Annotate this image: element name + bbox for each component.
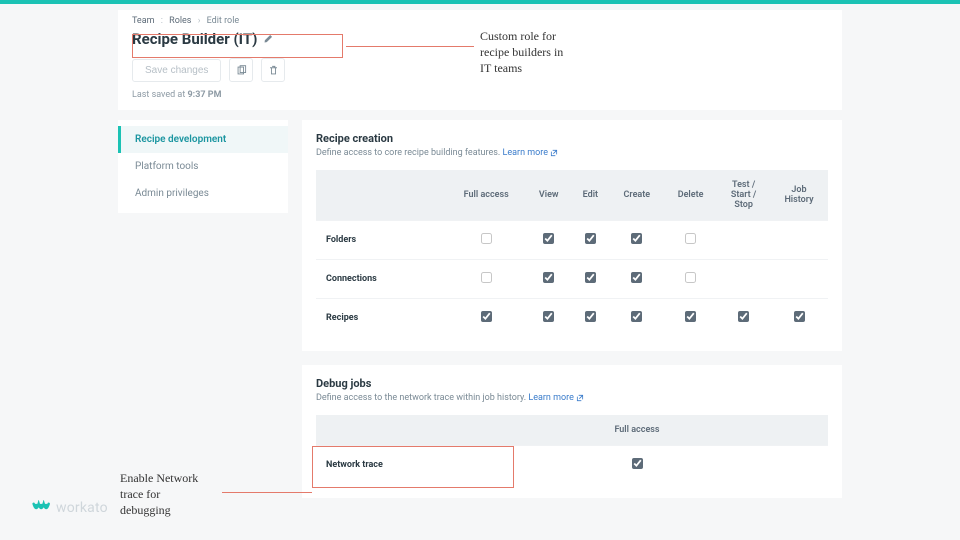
permission-cell: [664, 221, 717, 260]
permission-checkbox[interactable]: [685, 233, 696, 244]
breadcrumb: Team : Roles › Edit role: [132, 16, 828, 26]
permission-cell: [526, 299, 571, 338]
edit-title-icon[interactable]: [263, 34, 273, 44]
permission-checkbox[interactable]: [543, 272, 554, 283]
panel-title: Recipe creation: [316, 132, 828, 145]
permission-checkbox[interactable]: [543, 311, 554, 322]
external-link-icon: [550, 149, 558, 157]
permission-checkbox[interactable]: [585, 311, 596, 322]
column-header: Job History: [770, 170, 828, 221]
permission-cell: [770, 299, 828, 338]
permission-cell: [571, 299, 610, 338]
permission-checkbox[interactable]: [631, 233, 642, 244]
permission-cell: [664, 299, 717, 338]
panel-title: Debug jobs: [316, 377, 828, 390]
debug-jobs-panel: Debug jobs Define access to the network …: [302, 365, 842, 498]
breadcrumb-roles[interactable]: Roles: [169, 16, 191, 26]
recipe-creation-panel: Recipe creation Define access to core re…: [302, 120, 842, 351]
permission-checkbox[interactable]: [481, 233, 492, 244]
table-row: Recipes: [316, 299, 828, 338]
logo: workato: [32, 500, 108, 516]
permission-checkbox[interactable]: [585, 233, 596, 244]
row-label: Recipes: [316, 299, 446, 338]
permission-checkbox[interactable]: [632, 458, 643, 469]
permission-cell: [610, 299, 664, 338]
permission-cell: [571, 260, 610, 299]
sidebar: Recipe developmentPlatform toolsAdmin pr…: [118, 120, 288, 213]
permission-cell: [717, 299, 770, 338]
column-header: [316, 170, 446, 221]
duplicate-button[interactable]: [229, 58, 253, 82]
permission-cell: [526, 260, 571, 299]
sidebar-item[interactable]: Platform tools: [118, 153, 288, 180]
learn-more-link[interactable]: Learn more: [503, 148, 559, 158]
copy-icon: [236, 65, 247, 76]
permission-checkbox[interactable]: [631, 272, 642, 283]
permission-cell: [610, 221, 664, 260]
permission-checkbox[interactable]: [481, 311, 492, 322]
last-saved-text: Last saved at 9:37 PM: [132, 90, 828, 100]
column-header: [316, 415, 446, 446]
annotation-title: Custom role for recipe builders in IT te…: [480, 28, 563, 77]
permission-cell: [610, 260, 664, 299]
permission-cell: [446, 221, 526, 260]
permission-cell: [664, 260, 717, 299]
annotation-leader-line: [346, 46, 474, 47]
column-header: Create: [610, 170, 664, 221]
panel-desc: Define access to core recipe building fe…: [316, 148, 828, 158]
permission-checkbox[interactable]: [738, 311, 749, 322]
permission-checkbox[interactable]: [543, 233, 554, 244]
column-header: Full access: [446, 170, 526, 221]
page-bg: Team : Roles › Edit role Recipe Builder …: [0, 4, 960, 540]
permission-cell: [770, 221, 828, 260]
permission-checkbox[interactable]: [631, 311, 642, 322]
permission-checkbox[interactable]: [481, 272, 492, 283]
delete-button[interactable]: [261, 58, 285, 82]
column-header: Edit: [571, 170, 610, 221]
permission-cell: [446, 446, 828, 485]
external-link-icon: [576, 394, 584, 402]
column-header: Delete: [664, 170, 717, 221]
permission-checkbox[interactable]: [794, 311, 805, 322]
permission-cell: [717, 221, 770, 260]
permission-cell: [770, 260, 828, 299]
table-row: Connections: [316, 260, 828, 299]
logo-text: workato: [56, 500, 108, 516]
permissions-table: Full accessViewEditCreateDeleteTest / St…: [316, 170, 828, 337]
trash-icon: [268, 65, 279, 76]
row-label: Folders: [316, 221, 446, 260]
column-header: Test / Start / Stop: [717, 170, 770, 221]
page-title: Recipe Builder (IT): [132, 30, 257, 48]
sidebar-item[interactable]: Admin privileges: [118, 180, 288, 207]
column-header: Full access: [446, 415, 828, 446]
table-row: Folders: [316, 221, 828, 260]
breadcrumb-current: Edit role: [207, 16, 240, 26]
row-label: Network trace: [316, 446, 446, 485]
learn-more-link[interactable]: Learn more: [528, 393, 584, 403]
permission-cell: [446, 299, 526, 338]
permission-checkbox[interactable]: [685, 311, 696, 322]
row-label: Connections: [316, 260, 446, 299]
permission-cell: [717, 260, 770, 299]
permission-cell: [571, 221, 610, 260]
sidebar-item[interactable]: Recipe development: [118, 126, 288, 153]
permission-cell: [446, 260, 526, 299]
logo-icon: [32, 500, 52, 516]
column-header: View: [526, 170, 571, 221]
breadcrumb-team[interactable]: Team: [132, 16, 155, 26]
annotation-leader-line: [222, 492, 312, 493]
debug-permissions-table: Full accessNetwork trace: [316, 415, 828, 484]
permission-checkbox[interactable]: [585, 272, 596, 283]
panel-desc: Define access to the network trace withi…: [316, 393, 828, 403]
permission-checkbox[interactable]: [685, 272, 696, 283]
table-row: Network trace: [316, 446, 828, 485]
permission-cell: [526, 221, 571, 260]
save-button[interactable]: Save changes: [132, 59, 221, 82]
annotation-debug: Enable Network trace for debugging: [120, 470, 198, 519]
